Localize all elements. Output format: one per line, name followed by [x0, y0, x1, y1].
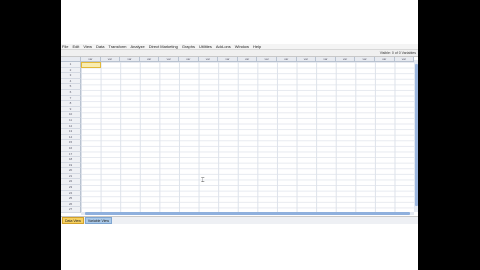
data-grid[interactable]: var var var var var var var var var var var var var v… — [61, 57, 415, 214]
vertical-scroll-thumb[interactable] — [414, 64, 418, 206]
horizontal-scroll-thumb[interactable] — [85, 212, 410, 215]
menu-direct-marketing[interactable]: Direct Marketing — [149, 44, 178, 49]
toolbar: Visible: 0 of 0 Variables — [61, 50, 418, 57]
active-cell[interactable] — [81, 62, 101, 68]
app-window: File Edit View Data Transform Analyze Di… — [61, 0, 418, 270]
menu-window[interactable]: Window — [235, 44, 249, 49]
view-tabs: Data View Variable View — [61, 216, 418, 224]
tab-variable-view[interactable]: Variable View — [84, 217, 112, 224]
menu-file[interactable]: File — [62, 44, 68, 49]
menu-view[interactable]: View — [83, 44, 92, 49]
menu-help[interactable]: Help — [253, 44, 261, 49]
grid-cells[interactable] — [81, 62, 414, 212]
menu-data[interactable]: Data — [96, 44, 104, 49]
vertical-scrollbar[interactable] — [414, 60, 418, 212]
menu-graphs[interactable]: Graphs — [182, 44, 195, 49]
visible-variables-count: Visible: 0 of 0 Variables — [379, 51, 416, 55]
tab-data-view[interactable]: Data View — [62, 217, 84, 224]
horizontal-scrollbar[interactable] — [81, 212, 414, 215]
row-headers: 1 2 3 4 5 6 7 8 9 10 11 12 13 14 15 16 17 18 19 20 21 22 23 24 2… — [61, 62, 81, 214]
row-header[interactable]: 27 — [61, 207, 81, 214]
menu-edit[interactable]: Edit — [72, 44, 79, 49]
menu-analyze[interactable]: Analyze — [131, 44, 145, 49]
menu-utilities[interactable]: Utilities — [199, 44, 212, 49]
mouse-cursor-icon: ⌶ — [201, 178, 205, 184]
menu-add-ons[interactable]: Add-ons — [216, 44, 231, 49]
menu-transform[interactable]: Transform — [108, 44, 126, 49]
